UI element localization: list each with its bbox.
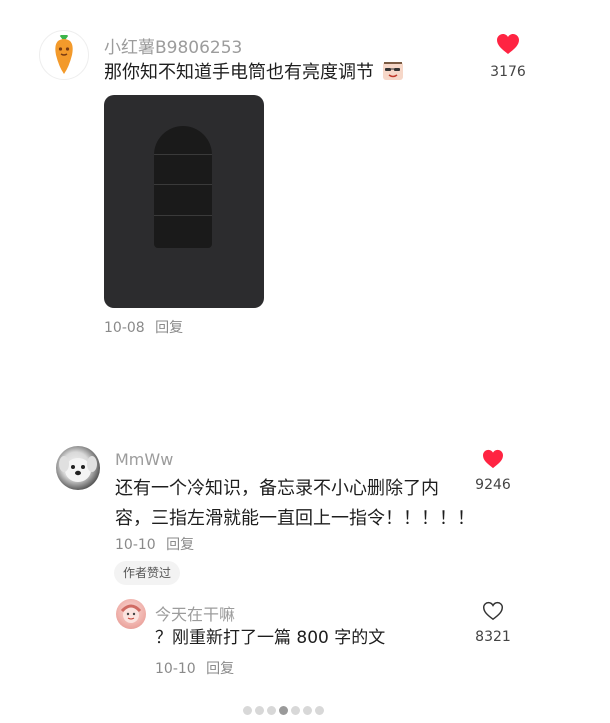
page-indicator (243, 706, 324, 718)
comment-meta: 10-08 回复 (104, 317, 183, 337)
like-count: 8321 (475, 629, 511, 645)
flashlight-brightness-slider (154, 126, 212, 248)
comment-username[interactable]: MmWw (115, 450, 173, 469)
avatar[interactable] (39, 30, 89, 80)
author-liked-badge: 作者赞过 (114, 561, 181, 585)
reply-text: ？刚重新打了一篇 800 字的文 (155, 628, 386, 648)
dog-avatar-icon (59, 456, 97, 482)
like-button[interactable] (482, 601, 504, 625)
page-dot (303, 706, 312, 715)
avatar[interactable] (56, 446, 100, 490)
page-dot (267, 706, 276, 715)
reply-date: 10-10 (155, 661, 196, 677)
heart-filled-icon (483, 449, 503, 469)
page-dot (243, 706, 252, 715)
comment-date: 10-10 (115, 537, 156, 553)
comment-text-line: 还有一个冷知识，备忘录不小心删除了内 (115, 478, 439, 499)
like-button[interactable] (496, 33, 520, 59)
face-avatar-icon (120, 604, 142, 623)
page-dot-active (279, 706, 288, 715)
reply-meta: 10-10 回复 (155, 658, 234, 678)
like-button[interactable] (482, 449, 504, 473)
reply-button[interactable]: 回复 (155, 320, 183, 336)
like-count: 3176 (490, 64, 526, 80)
page-dot (291, 706, 300, 715)
comment-text: 还有一个冷知识，备忘录不小心删除了内 容，三指左滑就能一直回上一指令！！！！！ (115, 474, 475, 534)
avatar[interactable] (116, 599, 146, 629)
reply-button[interactable]: 回复 (166, 537, 194, 553)
sticker-emoji-icon (382, 60, 404, 92)
reply-button[interactable]: 回复 (206, 661, 234, 677)
page-dot (315, 706, 324, 715)
reply-username[interactable]: 今天在干嘛 (155, 601, 235, 625)
heart-filled-icon (497, 34, 519, 54)
comment-username[interactable]: 小红薯B9806253 (104, 33, 242, 58)
comment-text-content: 那你知不知道手电筒也有亮度调节 (104, 62, 374, 83)
comment-date: 10-08 (104, 320, 145, 336)
comment-text-line: 容，三指左滑就能一直回上一指令！！！！！ (115, 508, 475, 529)
carrot-avatar-icon (55, 35, 73, 74)
like-count: 9246 (475, 477, 511, 493)
heart-outline-icon (482, 601, 504, 621)
comment-text: 那你知不知道手电筒也有亮度调节 (104, 58, 404, 92)
comment-meta: 10-10 回复 (115, 534, 194, 554)
page-dot (255, 706, 264, 715)
